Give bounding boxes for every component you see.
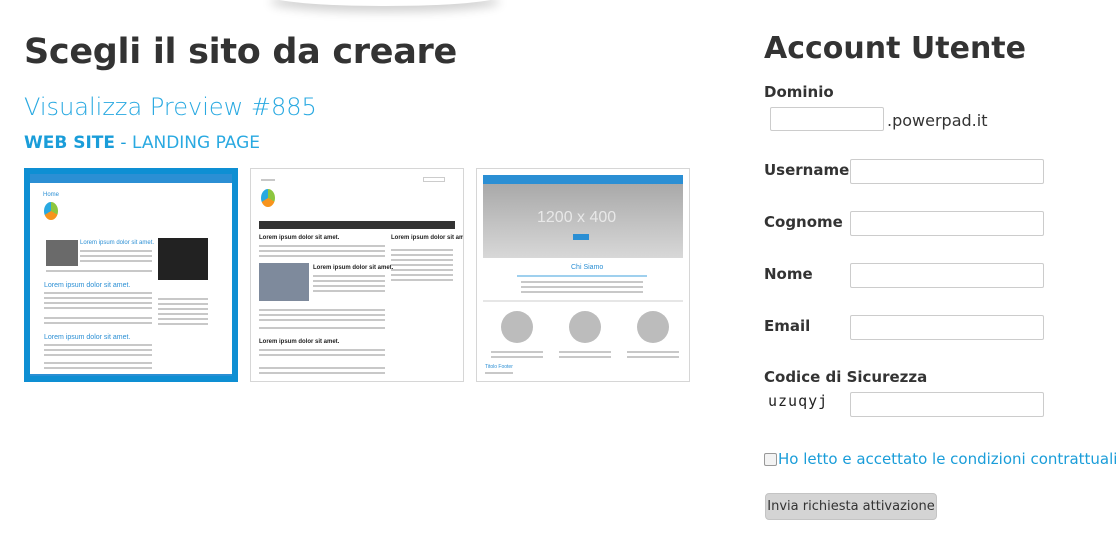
placeholder-circle <box>501 311 533 343</box>
terms-row: Ho letto e accettato le condizioni contr… <box>764 450 1116 468</box>
captcha-image: uzuqyj <box>768 392 829 410</box>
template-logo <box>261 189 275 207</box>
domain-input[interactable] <box>770 107 884 131</box>
nome-input[interactable] <box>850 263 1044 288</box>
submit-button[interactable]: Invia richiesta attivazione <box>765 493 937 520</box>
terms-checkbox[interactable] <box>764 452 777 466</box>
template-nav-bar <box>30 174 232 183</box>
template-heading: Lorem ipsum dolor sit amet. <box>391 235 464 241</box>
template-heading: Lorem ipsum dolor sit amet. <box>259 235 340 241</box>
template-nav-bar <box>483 175 683 184</box>
email-label: Email <box>764 317 811 335</box>
template-logo <box>44 202 58 220</box>
template-thumbnail-1[interactable]: Home Lorem ipsum dolor sit amet. Lorem i… <box>24 168 238 382</box>
domain-label: Dominio <box>764 83 834 101</box>
preview-title: Visualizza Preview #885 <box>24 93 317 121</box>
page-title: Scegli il sito da creare <box>24 32 457 72</box>
template-image <box>46 240 78 266</box>
template-heading: Lorem ipsum dolor sit amet. <box>259 339 340 345</box>
category-breadcrumb: WEB SITE - LANDING PAGE <box>24 133 260 153</box>
template-image <box>158 238 208 280</box>
cognome-label: Cognome <box>764 213 843 231</box>
placeholder-circle <box>569 311 601 343</box>
template-heading: Lorem ipsum dolor sit amet. <box>44 282 131 289</box>
slider-placeholder: 1200 x 400 <box>537 209 617 226</box>
cognome-input[interactable] <box>850 211 1044 236</box>
placeholder-circle <box>637 311 669 343</box>
template-heading: Lorem ipsum dolor sit amet. <box>44 334 131 341</box>
header-shadow <box>270 0 500 6</box>
account-title: Account Utente <box>764 31 1026 66</box>
footer-title: Titolo Footer <box>485 364 513 370</box>
security-code-label: Codice di Sicurezza <box>764 368 928 386</box>
category-separator: - <box>115 133 132 153</box>
template-image <box>259 263 309 301</box>
template-thumbnail-2[interactable]: Lorem ipsum dolor sit amet. Lorem ipsum … <box>250 168 464 382</box>
section-title: Chi Siamo <box>571 264 604 271</box>
nome-label: Nome <box>764 265 813 283</box>
category-web-site[interactable]: WEB SITE <box>24 133 115 153</box>
category-landing-page[interactable]: LANDING PAGE <box>132 133 260 153</box>
template-heading: Lorem ipsum dolor sit amet. <box>80 240 155 246</box>
template-thumbnail-3[interactable]: 1200 x 400 Chi Siamo Titolo Footer <box>476 168 690 382</box>
template-heading: Lorem ipsum dolor sit amet. <box>313 265 394 271</box>
search-input <box>423 177 445 182</box>
domain-suffix: .powerpad.it <box>887 111 988 130</box>
username-label: Username <box>764 161 850 179</box>
template-header: Home <box>43 192 60 198</box>
username-input[interactable] <box>850 159 1044 184</box>
template-nav-bar <box>259 221 455 229</box>
slider-button <box>573 234 589 240</box>
terms-link[interactable]: Ho letto e accettato le condizioni contr… <box>778 450 1116 468</box>
security-code-input[interactable] <box>850 392 1044 417</box>
email-input[interactable] <box>850 315 1044 340</box>
